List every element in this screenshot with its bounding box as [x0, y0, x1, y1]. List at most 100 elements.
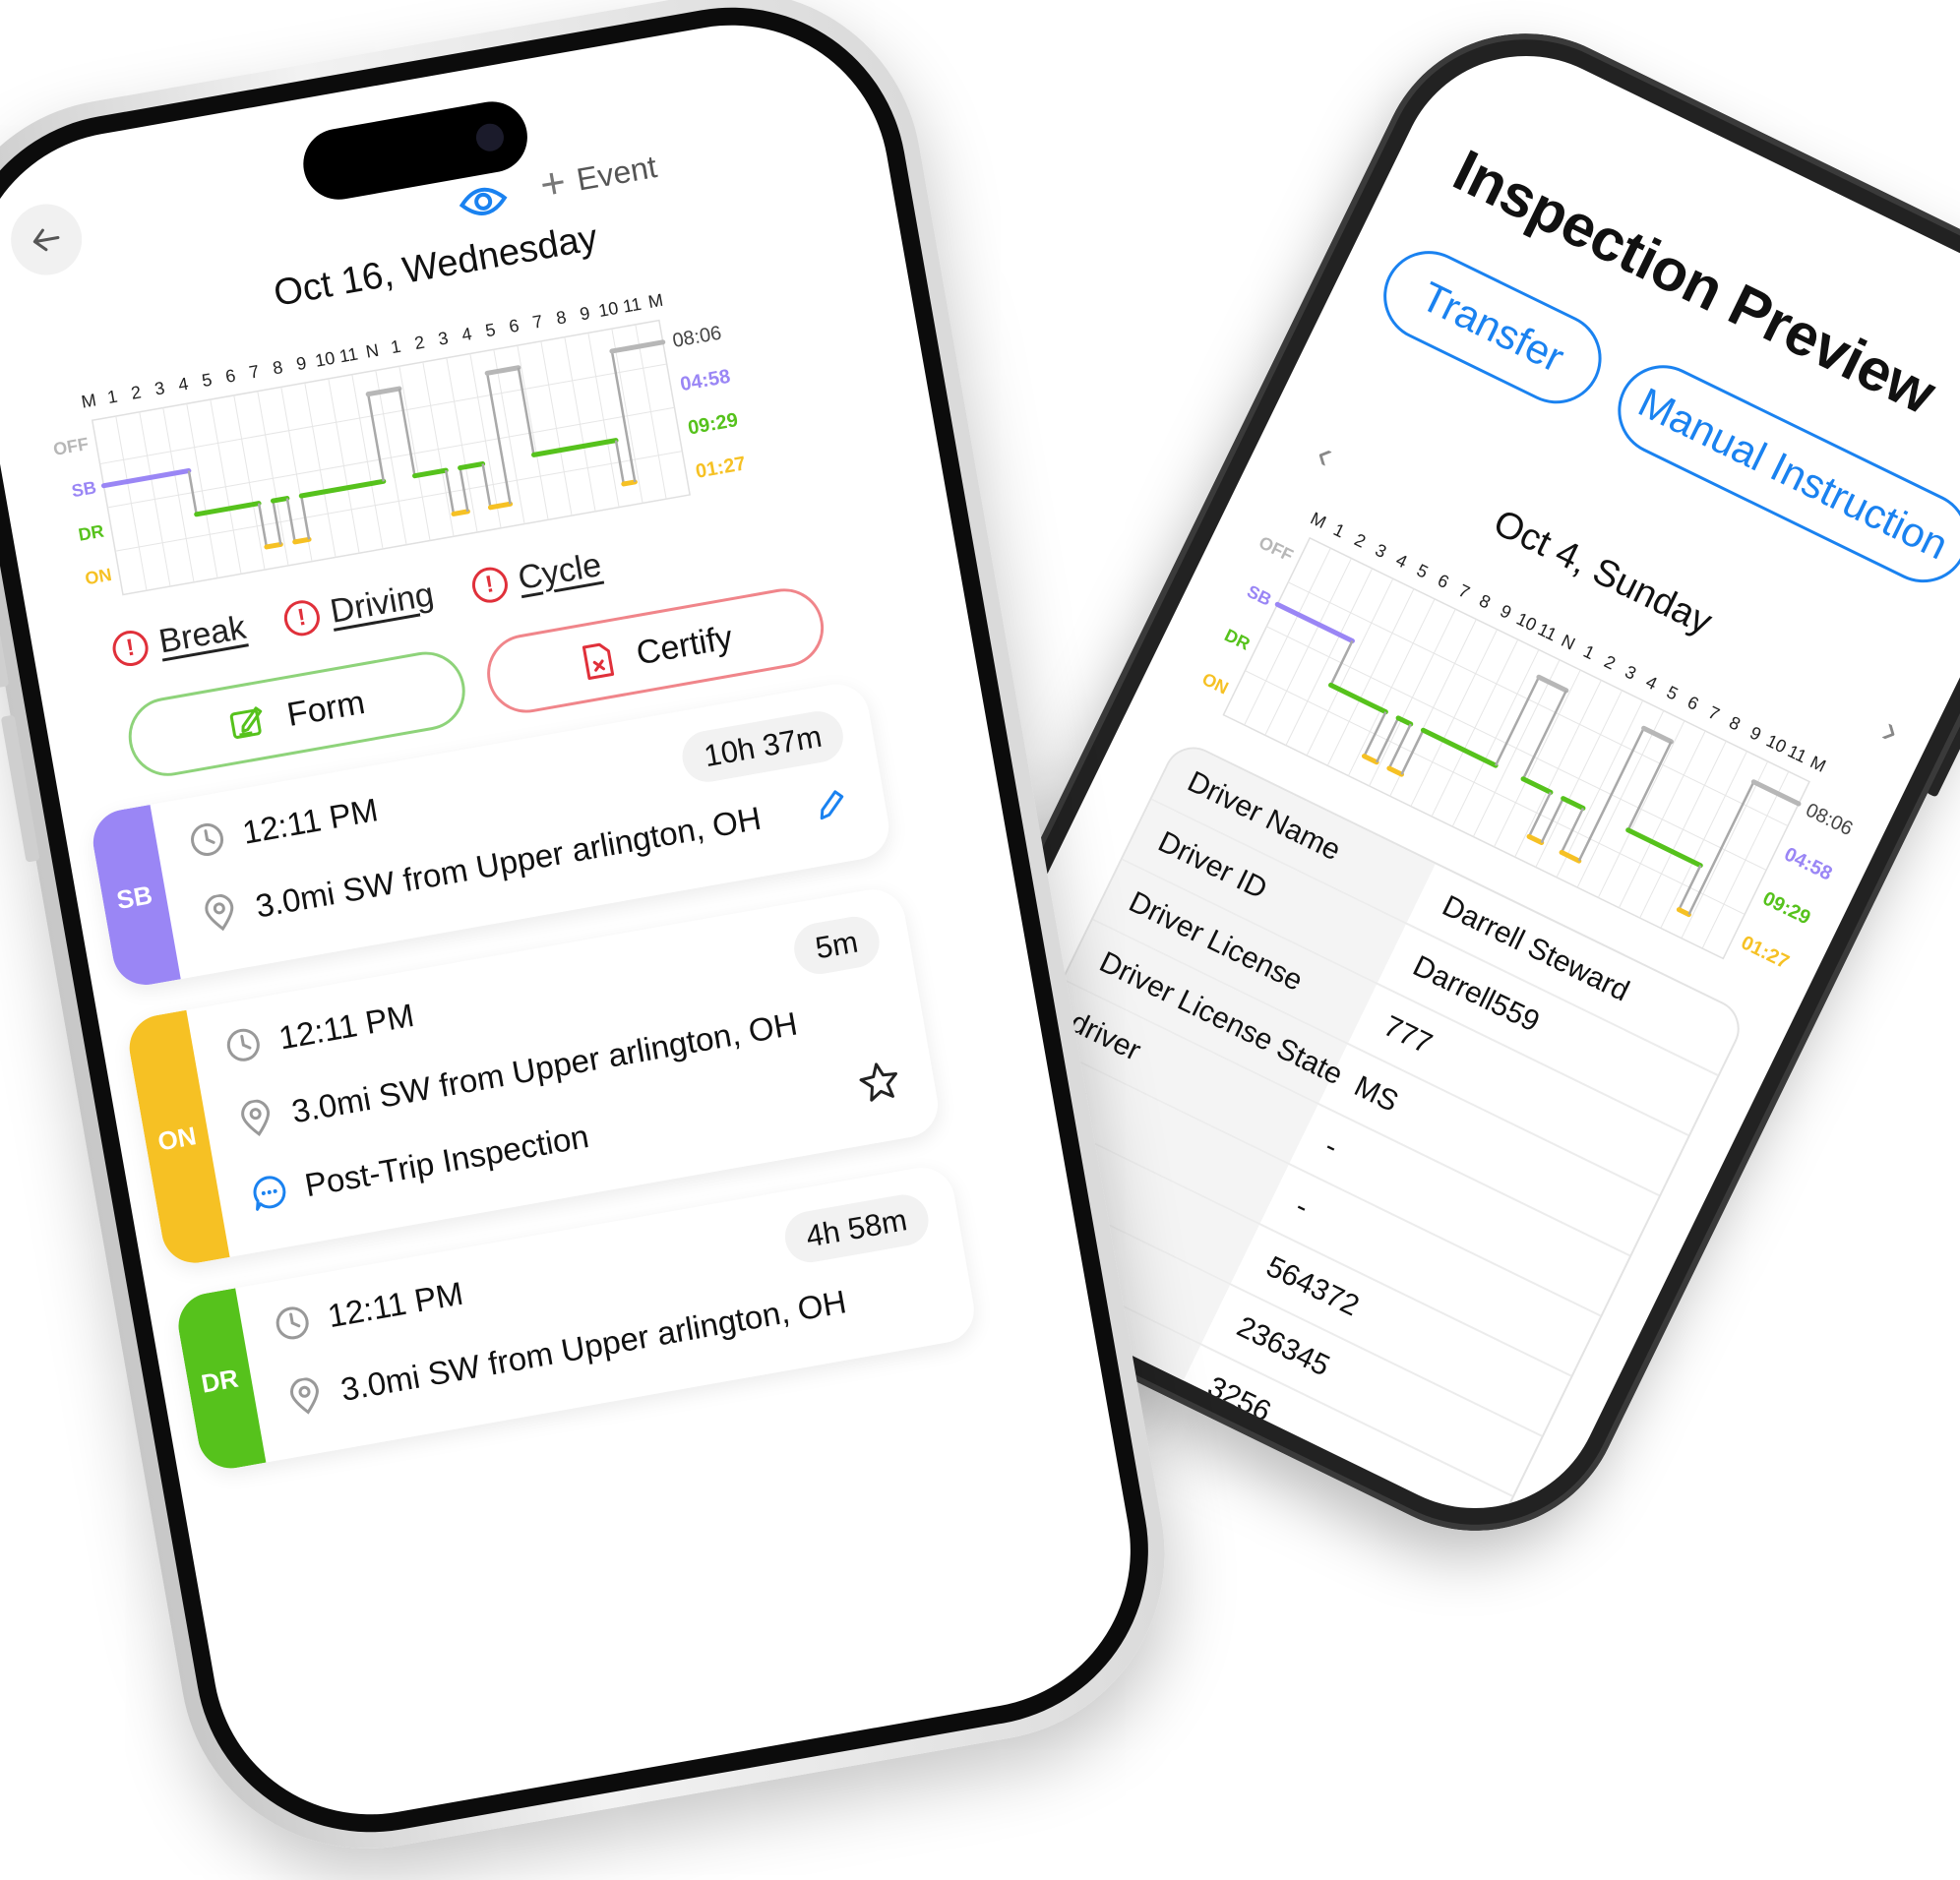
hour-tick-label: 4 [177, 374, 190, 394]
back-button[interactable] [5, 198, 88, 281]
event-time: 12:11 PM [325, 1274, 466, 1335]
plus-icon: + [536, 157, 570, 211]
clock-icon [276, 1306, 309, 1340]
hour-tick-label: 10 [314, 348, 337, 371]
hour-tick-label: 7 [1455, 580, 1473, 602]
status-total: 08:06 [1803, 799, 1857, 840]
hour-tick-label: 10 [1513, 609, 1540, 636]
location-pin-icon [205, 893, 234, 932]
hour-tick-label: N [1559, 631, 1578, 654]
hour-tick-label: 8 [272, 357, 284, 378]
status-label: ON [1199, 669, 1232, 698]
hour-tick-label: 4 [460, 324, 473, 344]
event-time: 12:11 PM [276, 996, 417, 1057]
hour-tick-label: 11 [1785, 741, 1810, 766]
warning-cycle[interactable]: ! Cycle [468, 546, 604, 607]
status-total: 01:27 [694, 453, 747, 483]
log-phone: + Event Oct 16, Wednesday M 1 2 3 4 5 6 7 8 9 10 11… [0, 0, 1194, 1879]
hour-tick-label: 2 [130, 382, 143, 402]
status-total: 04:58 [679, 366, 732, 396]
hour-tick-label: 7 [248, 361, 261, 382]
warning-driving[interactable]: ! Driving [280, 576, 437, 639]
hour-tick-label: 6 [1684, 693, 1702, 714]
hour-tick-label: 2 [1351, 529, 1369, 551]
add-event-label: Event [574, 148, 660, 198]
hour-tick-label: 9 [295, 353, 308, 374]
hour-tick-label: 3 [1622, 662, 1639, 684]
status-segment [487, 501, 514, 511]
clock-icon [226, 1028, 260, 1061]
hour-tick-label: 8 [1476, 590, 1494, 612]
document-x-icon [582, 642, 614, 681]
status-segment [270, 496, 290, 504]
star-icon[interactable] [855, 1057, 903, 1105]
status-badge: DR [173, 1288, 267, 1474]
warning-label: Cycle [515, 545, 605, 598]
status-badge: ON [124, 1009, 230, 1269]
hour-tick-label: N [364, 340, 380, 362]
hour-tick-label: 1 [1580, 641, 1598, 663]
status-label: SB [1244, 581, 1274, 610]
status-label: SB [70, 477, 97, 501]
hour-tick-label: M [1308, 509, 1329, 533]
location-pin-icon [290, 1377, 319, 1415]
hour-tick-label: 3 [153, 378, 166, 398]
form-edit-icon [230, 706, 263, 739]
eye-icon[interactable] [456, 178, 511, 225]
alert-icon: ! [280, 596, 323, 638]
status-label: OFF [1256, 532, 1296, 566]
hour-tick-label: 10 [1763, 731, 1790, 758]
hour-tick-label: 6 [1435, 571, 1452, 592]
hour-tick-label: 8 [555, 307, 568, 328]
hour-tick-label: 8 [1726, 712, 1744, 734]
hour-tick-label: 5 [1664, 682, 1682, 703]
status-label: DR [1221, 625, 1253, 653]
status-segment [292, 536, 312, 545]
status-total: 04:58 [1781, 843, 1836, 884]
form-label: Form [283, 683, 368, 734]
hour-tick-label: 11 [1535, 619, 1561, 644]
status-badge: SB [88, 804, 181, 991]
hour-tick-label: 5 [201, 370, 214, 391]
hour-tick-label: 2 [1601, 651, 1619, 673]
hour-tick-label: 1 [1330, 519, 1348, 541]
hour-tick-label: 1 [390, 336, 402, 357]
add-event-button[interactable]: + Event [535, 137, 661, 215]
hour-tick-label: 3 [437, 328, 450, 348]
status-segment [264, 541, 283, 550]
alert-icon: ! [468, 564, 511, 606]
event-duration: 4h 58m [780, 1190, 933, 1267]
hour-tick-label: 10 [597, 298, 620, 321]
hour-tick-label: M [80, 390, 97, 411]
hour-tick-label: 5 [484, 320, 497, 340]
status-label: DR [77, 521, 105, 545]
hour-tick-label: 9 [1746, 722, 1764, 744]
location-pin-icon [241, 1099, 271, 1136]
status-label: OFF [52, 434, 91, 459]
pencil-icon[interactable] [809, 784, 852, 827]
hour-tick-label: 4 [1643, 672, 1661, 694]
hour-tick-label: 11 [337, 344, 359, 367]
hour-tick-label: 6 [224, 365, 237, 386]
hour-tick-label: M [1807, 752, 1829, 776]
warning-break[interactable]: ! Break [109, 609, 249, 670]
hour-tick-label: 9 [579, 303, 591, 324]
hour-tick-label: 4 [1393, 550, 1411, 572]
event-duration: 5m [789, 912, 884, 979]
status-total: 01:27 [1738, 932, 1793, 973]
hour-tick-label: 3 [1372, 540, 1389, 562]
warning-label: Break [155, 608, 249, 661]
hour-tick-label: 1 [106, 387, 119, 407]
status-segment [621, 479, 638, 487]
hour-tick-label: 6 [508, 316, 521, 336]
event-time: 12:11 PM [239, 791, 381, 851]
hour-tick-label: 7 [1705, 702, 1723, 724]
arrow-left-icon [32, 228, 60, 252]
hour-tick-label: M [646, 290, 664, 312]
status-total: 09:29 [687, 409, 740, 440]
hour-tick-label: 11 [621, 294, 643, 317]
alert-icon: ! [109, 627, 152, 669]
clock-icon [191, 822, 224, 856]
status-total: 08:06 [671, 323, 723, 352]
chat-bubble-icon [253, 1176, 286, 1211]
